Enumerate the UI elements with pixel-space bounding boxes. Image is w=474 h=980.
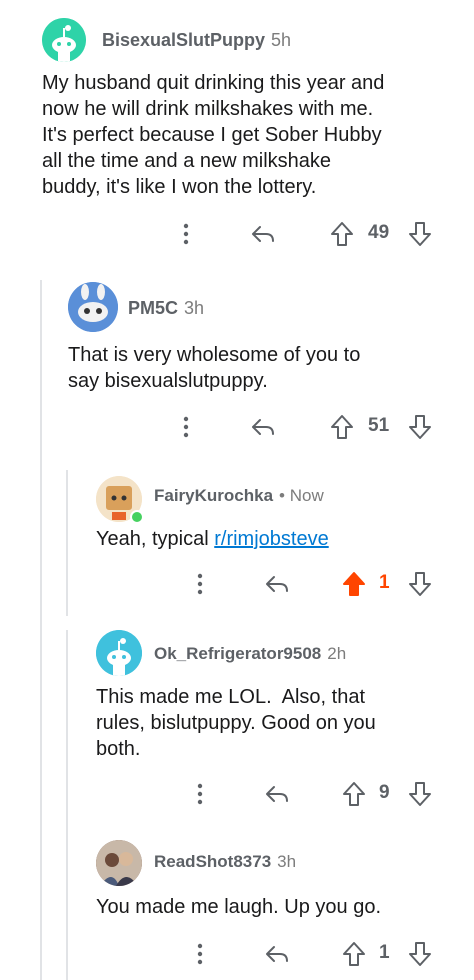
body-line: My husband quit drinking this year and	[42, 72, 385, 94]
avatar[interactable]	[96, 630, 142, 676]
body-line: say bisexualslutpuppy.	[68, 370, 268, 392]
body-line: That is very wholesome of you to	[68, 344, 361, 366]
snoo-avatar-icon	[68, 282, 118, 332]
downvote-icon	[409, 572, 431, 596]
timestamp: 5h	[271, 30, 292, 50]
comment-actions: 51	[0, 413, 474, 443]
snoo-avatar-icon	[96, 630, 142, 676]
reply-button[interactable]	[262, 780, 292, 808]
timestamp: 3h	[277, 852, 297, 871]
body-line: It's perfect because I get Sober Hubby	[42, 124, 382, 146]
comment-readshot8373: ReadShot8373 3h You made me laugh. Up yo…	[0, 830, 474, 980]
downvote-icon	[409, 942, 431, 966]
comment-ok-refrigerator9508: Ok_Refrigerator9508 2h This made me LOL.…	[0, 620, 474, 820]
upvote-icon	[343, 942, 365, 966]
comment-body: That is very wholesome of you to say bis…	[68, 342, 458, 394]
upvote-button[interactable]	[340, 940, 368, 968]
reply-button[interactable]	[262, 940, 292, 968]
vote-score: 1	[379, 572, 390, 593]
snoo-avatar-icon	[42, 18, 86, 62]
vote-score: 9	[379, 782, 390, 803]
reply-icon	[252, 226, 274, 242]
body-line: all the time and a new milkshake	[42, 150, 332, 172]
comment-body: Yeah, typical r/rimjobsteve	[96, 526, 466, 552]
upvote-icon	[331, 222, 353, 246]
author-name[interactable]: PM5C	[128, 298, 178, 319]
downvote-button[interactable]	[406, 780, 434, 808]
comment-body: You made me laugh. Up you go.	[96, 894, 466, 920]
upvote-button[interactable]	[328, 220, 356, 248]
more-icon	[197, 783, 203, 805]
reply-icon	[266, 576, 288, 592]
more-icon	[197, 943, 203, 965]
author-name[interactable]: Ok_Refrigerator9508	[154, 644, 321, 664]
comment-body: My husband quit drinking this year and n…	[42, 70, 462, 200]
reply-icon	[266, 786, 288, 802]
upvote-button[interactable]	[340, 780, 368, 808]
downvote-icon	[409, 415, 431, 439]
comment-actions: 1	[0, 570, 474, 600]
body-line: both.	[96, 738, 141, 760]
more-button[interactable]	[172, 413, 200, 441]
avatar[interactable]	[68, 282, 118, 332]
more-icon	[183, 416, 189, 438]
reply-button[interactable]	[248, 220, 278, 248]
vote-score: 51	[368, 415, 390, 436]
timestamp: 2h	[327, 644, 347, 663]
reply-icon	[252, 419, 274, 435]
upvote-icon	[331, 415, 353, 439]
more-button[interactable]	[172, 220, 200, 248]
timestamp: • Now	[279, 486, 324, 505]
comment-pm5c: PM5C 3h That is very wholesome of you to…	[0, 270, 474, 450]
timestamp: 3h	[184, 298, 205, 318]
vote-score: 1	[379, 942, 390, 963]
upvote-button[interactable]	[328, 413, 356, 441]
vote-score: 49	[368, 222, 390, 243]
comment-bisexualslutpuppy: BisexualSlutPuppy 5h My husband quit dri…	[0, 0, 474, 260]
downvote-button[interactable]	[406, 940, 434, 968]
more-button[interactable]	[186, 570, 214, 598]
online-indicator	[130, 510, 144, 524]
upvote-icon	[343, 782, 365, 806]
downvote-button[interactable]	[406, 570, 434, 598]
downvote-icon	[409, 222, 431, 246]
avatar[interactable]	[96, 840, 142, 886]
downvote-button[interactable]	[406, 413, 434, 441]
reply-button[interactable]	[262, 570, 292, 598]
body-line: rules, bislutpuppy. Good on you	[96, 712, 376, 734]
reply-button[interactable]	[248, 413, 278, 441]
author-name[interactable]: ReadShot8373	[154, 852, 271, 872]
comment-fairykurochka: FairyKurochka • Now Yeah, typical r/rimj…	[0, 470, 474, 620]
body-text: Yeah, typical	[96, 528, 215, 550]
comment-actions: 9	[0, 780, 474, 810]
body-line: buddy, it's like I won the lottery.	[42, 176, 317, 198]
author-name[interactable]: BisexualSlutPuppy	[102, 30, 265, 51]
more-button[interactable]	[186, 780, 214, 808]
profile-photo-icon	[96, 840, 142, 886]
body-line: You made me laugh. Up you go.	[96, 896, 382, 918]
upvote-button-active[interactable]	[340, 570, 368, 598]
upvote-icon	[343, 572, 365, 596]
comment-actions: 49	[0, 220, 474, 250]
comment-body: This made me LOL. Also, that rules, bisl…	[96, 684, 466, 762]
subreddit-link[interactable]: r/rimjobsteve	[214, 528, 328, 550]
more-icon	[197, 573, 203, 595]
body-line: This made me LOL. Also, that	[96, 686, 366, 708]
body-line: now he will drink milkshakes with me.	[42, 98, 374, 120]
comment-actions: 1	[0, 940, 474, 970]
avatar[interactable]	[42, 18, 86, 62]
more-icon	[183, 223, 189, 245]
downvote-button[interactable]	[406, 220, 434, 248]
reply-icon	[266, 946, 288, 962]
author-name[interactable]: FairyKurochka	[154, 486, 273, 506]
downvote-icon	[409, 782, 431, 806]
more-button[interactable]	[186, 940, 214, 968]
